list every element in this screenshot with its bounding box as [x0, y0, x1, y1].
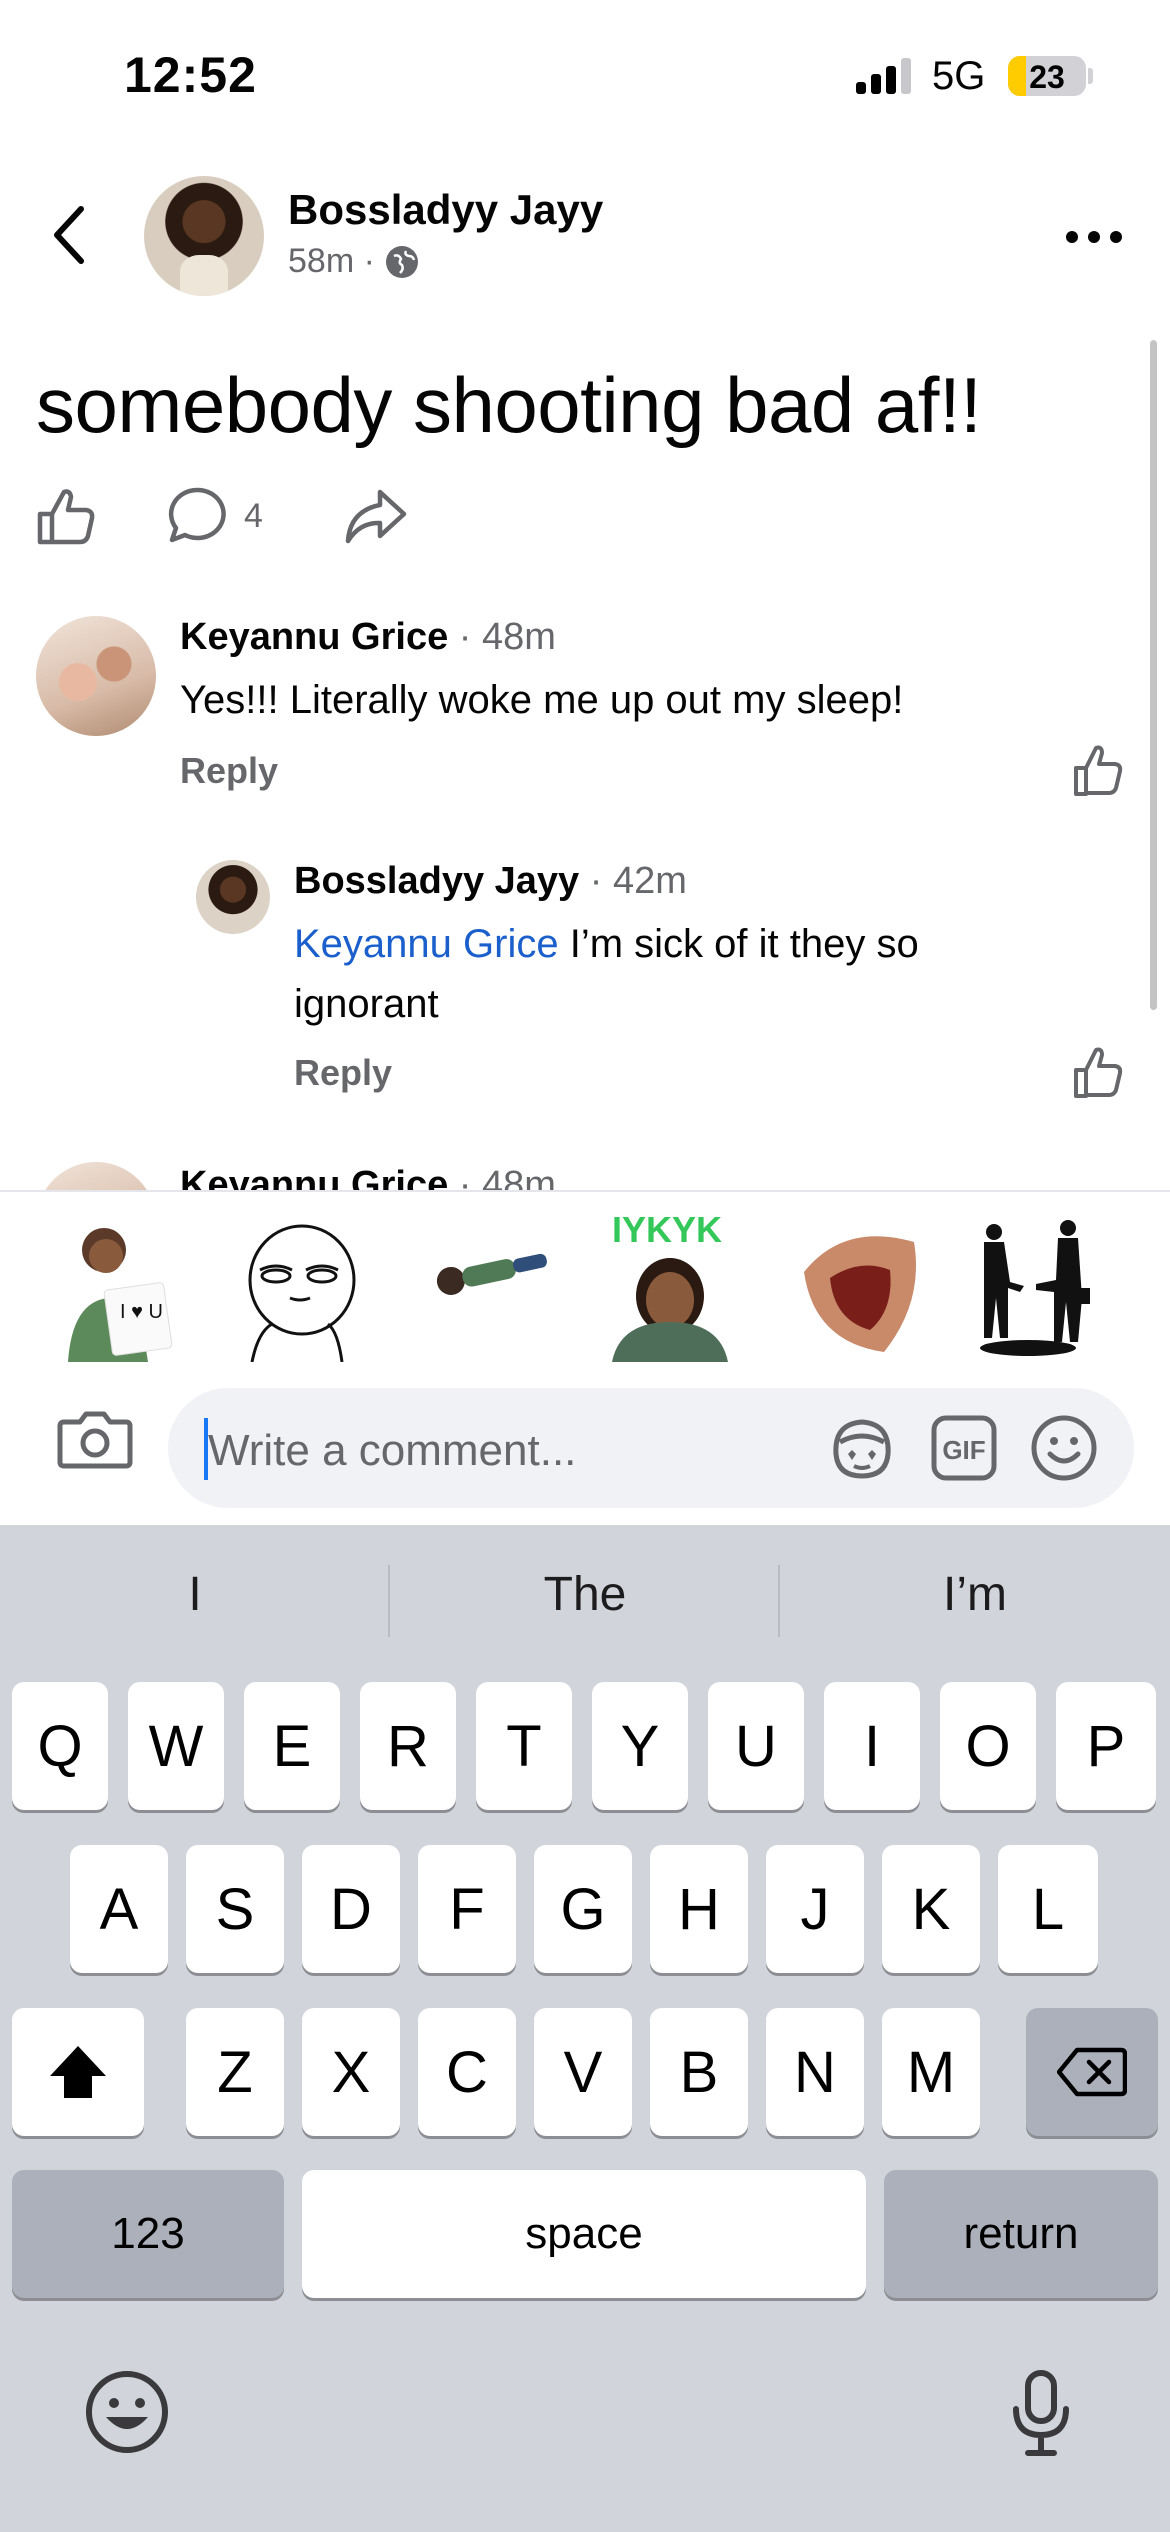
key-m[interactable]: M	[882, 2008, 980, 2136]
backspace-key[interactable]	[1026, 2008, 1158, 2136]
post-time: 58m ·	[288, 242, 375, 280]
key-s[interactable]: S	[186, 1845, 284, 1973]
backspace-icon	[1057, 2047, 1127, 2097]
shift-key[interactable]	[12, 2008, 144, 2136]
key-j[interactable]: J	[766, 1845, 864, 1973]
key-o[interactable]: O	[940, 1682, 1036, 1810]
key-y[interactable]: Y	[592, 1682, 688, 1810]
comment: Keyannu Grice · 48m	[0, 1150, 1170, 1190]
like-icon[interactable]	[36, 484, 96, 548]
key-t[interactable]: T	[476, 1682, 572, 1810]
globe-icon	[385, 245, 418, 278]
comment: Keyannu Grice · 48m Yes!!! Literally wok…	[0, 600, 1170, 800]
key-z[interactable]: Z	[186, 2008, 284, 2136]
comment-time: · 48m	[458, 1164, 556, 1190]
key-g[interactable]: G	[534, 1845, 632, 1973]
comment-time: · 42m	[589, 860, 687, 902]
microphone-icon[interactable]	[996, 2367, 1086, 2457]
comment-reply: Bossladyy Jayy · 42m Keyannu Grice I’m s…	[0, 850, 1170, 1110]
sticker-text: I ♥ U	[120, 1301, 163, 1323]
key-f[interactable]: F	[418, 1845, 516, 1973]
comment-button[interactable]: 4	[166, 484, 263, 548]
key-a[interactable]: A	[70, 1845, 168, 1973]
sticker-side-eye[interactable]	[232, 1212, 362, 1362]
key-r[interactable]: R	[360, 1682, 456, 1810]
svg-text:GIF: GIF	[942, 1435, 985, 1465]
key-n[interactable]: N	[766, 2008, 864, 2136]
shift-icon	[50, 2046, 106, 2098]
key-q[interactable]: Q	[12, 1682, 108, 1810]
commenter-avatar[interactable]	[196, 860, 270, 934]
comment-input[interactable]: Write a comment... GIF	[168, 1388, 1134, 1508]
sticker-iykyk[interactable]: IYKYK	[604, 1212, 734, 1362]
share-icon[interactable]	[344, 484, 408, 548]
status-bar: 12:52 5G 23	[0, 0, 1170, 150]
key-c[interactable]: C	[418, 2008, 516, 2136]
key-b[interactable]: B	[650, 2008, 748, 2136]
comment-text: Keyannu Grice I’m sick of it they so ign…	[294, 922, 919, 1026]
sticker-tray: I ♥ U IYKYK Write a comment... GIF	[0, 1190, 1170, 1525]
commenter-name[interactable]: Bossladyy Jayy · 42m	[294, 860, 687, 903]
key-l[interactable]: L	[998, 1845, 1098, 1973]
key-k[interactable]: K	[882, 1845, 980, 1973]
key-e[interactable]: E	[244, 1682, 340, 1810]
space-key[interactable]: space	[302, 2170, 866, 2298]
commenter-avatar[interactable]	[36, 1162, 156, 1190]
key-h[interactable]: H	[650, 1845, 748, 1973]
reply-button[interactable]: Reply	[180, 750, 278, 792]
avatar-sticker-icon[interactable]	[828, 1414, 896, 1482]
mention-link[interactable]: Keyannu Grice	[294, 922, 559, 966]
key-i[interactable]: I	[824, 1682, 920, 1810]
emoji-keyboard-icon[interactable]	[82, 2367, 172, 2457]
predictive-bar: I The I’m	[0, 1555, 1170, 1637]
commenter-name[interactable]: Keyannu Grice · 48m	[180, 616, 556, 659]
gif-icon[interactable]: GIF	[930, 1414, 998, 1482]
key-v[interactable]: V	[534, 2008, 632, 2136]
numbers-key[interactable]: 123	[12, 2170, 284, 2298]
back-button[interactable]	[44, 200, 94, 270]
status-time: 12:52	[124, 47, 257, 103]
comment-count: 4	[244, 496, 263, 535]
key-u[interactable]: U	[708, 1682, 804, 1810]
suggestion-3[interactable]: I’m	[780, 1555, 1170, 1635]
comment-placeholder: Write a comment...	[208, 1426, 577, 1475]
back-chevron-icon	[54, 206, 84, 264]
commenter-avatar[interactable]	[36, 616, 156, 736]
key-p[interactable]: P	[1056, 1682, 1156, 1810]
sticker-open-box[interactable]	[794, 1212, 924, 1362]
key-w[interactable]: W	[128, 1682, 224, 1810]
comment-like-icon[interactable]	[1072, 1046, 1124, 1100]
poster-avatar[interactable]	[144, 176, 264, 296]
sticker-lying-down[interactable]	[428, 1212, 558, 1362]
sticker-i-heart-u[interactable]: I ♥ U	[56, 1212, 186, 1362]
commenter-name[interactable]: Keyannu Grice · 48m	[180, 1164, 556, 1190]
post-text: somebody shooting bad af!!	[36, 361, 982, 449]
keyboard: I The I’m Q W E R T Y U I O P A S D F G …	[0, 1525, 1170, 2532]
sticker-text: IYKYK	[612, 1212, 722, 1250]
battery-icon: 23	[1008, 56, 1086, 96]
signal-strength-icon	[856, 58, 912, 94]
post-meta: 58m ·	[288, 242, 419, 281]
return-key[interactable]: return	[884, 2170, 1158, 2298]
comment-like-icon[interactable]	[1072, 744, 1124, 798]
more-options-icon[interactable]	[1066, 222, 1126, 252]
battery-cap	[1088, 68, 1093, 84]
comment-time: · 48m	[458, 616, 556, 658]
emoji-icon[interactable]	[1030, 1414, 1098, 1482]
battery-level: 23	[1029, 59, 1065, 95]
suggestion-2[interactable]: The	[390, 1555, 780, 1635]
suggestion-1[interactable]: I	[0, 1555, 390, 1635]
poster-name[interactable]: Bossladyy Jayy	[288, 186, 603, 234]
key-d[interactable]: D	[302, 1845, 400, 1973]
camera-icon[interactable]	[56, 1406, 134, 1470]
comment-icon	[168, 487, 226, 543]
post-actions: 4	[36, 484, 456, 548]
sticker-handshake[interactable]	[964, 1212, 1094, 1362]
network-type: 5G	[932, 54, 986, 98]
comment-text: Yes!!! Literally woke me up out my sleep…	[180, 678, 904, 722]
key-x[interactable]: X	[302, 2008, 400, 2136]
reply-button[interactable]: Reply	[294, 1052, 392, 1094]
